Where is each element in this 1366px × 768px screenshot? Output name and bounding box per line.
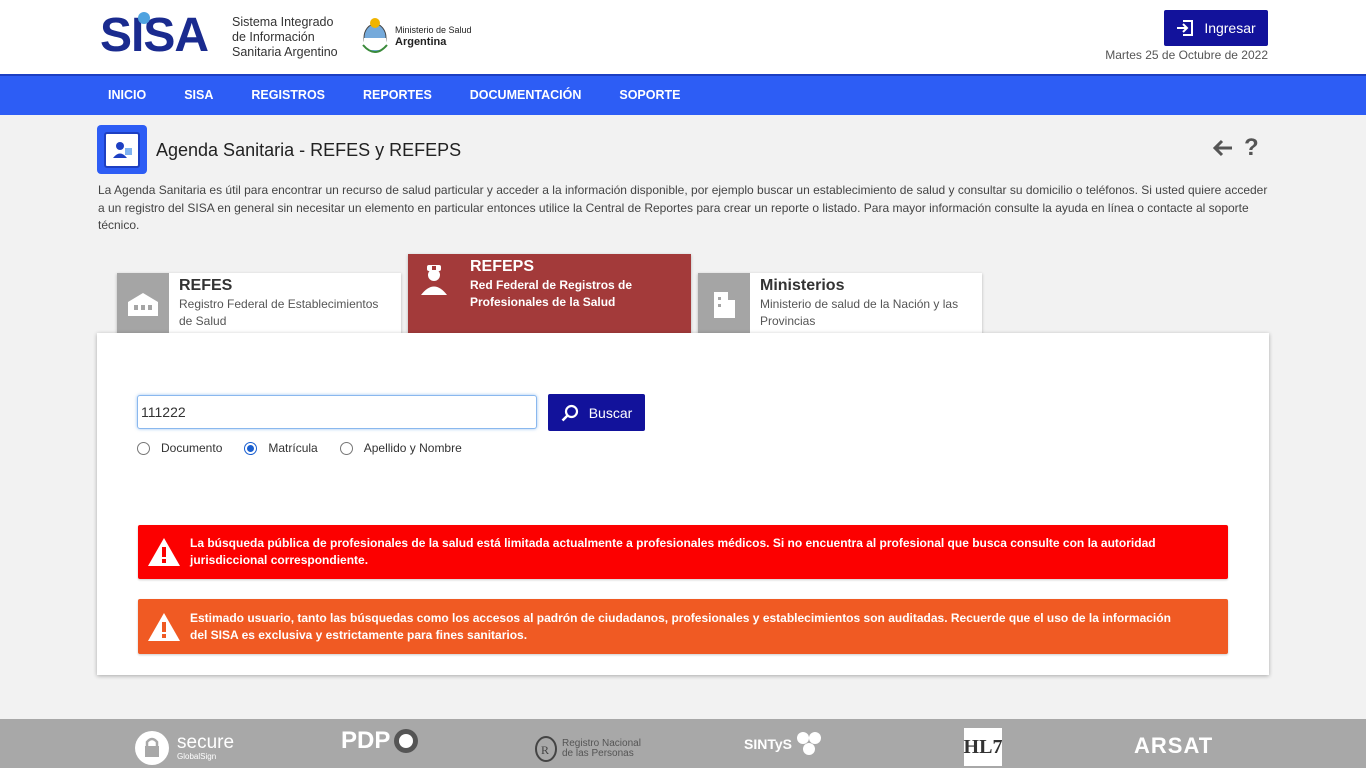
radio-label: Apellido y Nombre [363,441,462,455]
national-shield-icon [362,18,388,53]
building-icon [117,273,169,334]
warning-icon [138,612,190,642]
login-icon [1177,20,1194,36]
search-button[interactable]: Buscar [548,394,645,431]
radio-apellido-nombre[interactable]: Apellido y Nombre [339,441,462,455]
svg-text:R: R [541,743,549,757]
radio-circle-checked[interactable] [244,441,258,455]
arsat-text: ARSAT [1134,733,1214,758]
globalsign-secure-logo[interactable]: secure GlobalSign [133,728,234,766]
site-footer: secure GlobalSign PDP R Registro Naciona… [0,719,1366,768]
agenda-icon [97,125,147,174]
nav-item-soporte[interactable]: SOPORTE [600,76,699,115]
nav-item-reportes[interactable]: REPORTES [344,76,451,115]
ssl-sub-text: GlobalSign [177,751,217,761]
logo-subtitle-line: Sanitaria Argentino [232,45,338,59]
tab-description: Registro Federal de Establecimientos de … [179,297,379,328]
search-input[interactable] [137,395,537,429]
radio-circle[interactable] [137,441,150,455]
radio-matricula[interactable]: Matrícula [244,441,318,455]
ministry-logo: Ministerio de Salud Argentina [360,15,472,57]
login-button[interactable]: Ingresar [1164,10,1268,46]
hl7-logo[interactable]: HL7 [964,728,1002,766]
pdp-logo[interactable]: PDP [341,727,419,755]
page-title: Agenda Sanitaria - REFES y REFEPS [156,140,462,160]
tab-refeps[interactable]: REFEPS Red Federal de Registros de Profe… [408,254,691,334]
nav-item-sisa[interactable]: SISA [165,76,232,115]
search-panel: Buscar Documento Matrícula Apellido y No… [97,333,1269,675]
ministry-line2: Argentina [395,36,447,48]
pdp-text: PDP [341,727,391,754]
logo-subtitle-line: de Información [232,30,315,44]
doctor-icon [408,254,460,334]
ssl-lock-icon [135,731,169,765]
nav-item-registros[interactable]: REGISTROS [232,76,344,115]
back-arrow-icon[interactable] [1212,137,1234,159]
search-button-label: Buscar [588,404,633,421]
renaper-logo[interactable]: R Registro Nacional de las Personas [534,735,641,763]
radio-documento[interactable]: Documento [137,441,222,455]
alert-audit-notice: Estimado usuario, tanto las búsquedas co… [138,599,1228,654]
ministry-line1: Ministerio de Salud [395,25,472,35]
radio-label: Matrícula [268,441,318,455]
sintys-logo[interactable]: SINTyS [744,731,823,757]
nav-item-documentacion[interactable]: DOCUMENTACIÓN [451,76,601,115]
logo-subtitle-line: Sistema Integrado [232,15,334,29]
tab-refes[interactable]: REFES Registro Federal de Establecimient… [117,273,401,334]
warning-icon [138,537,190,567]
tab-ministerios[interactable]: Ministerios Ministerio de salud de la Na… [698,273,982,334]
radio-label: Documento [161,441,223,455]
search-type-radios: Documento Matrícula Apellido y Nombre [137,441,484,455]
sisa-logo-subtitle: Sistema Integrado de Información Sanitar… [232,15,338,60]
renaper-line2: de las Personas [562,748,634,759]
tab-description: Red Federal de Registros de Profesionale… [470,278,633,309]
ministry-building-icon [698,273,750,334]
tab-name: REFEPS [470,258,535,275]
tab-name: Ministerios [760,277,845,294]
site-header: SISA Sistema Integrado de Información Sa… [0,0,1366,74]
nav-item-inicio[interactable]: INICIO [89,76,165,115]
arsat-logo[interactable]: ARSAT [1134,733,1213,759]
tab-name: REFES [179,277,233,294]
sintys-hexagons-icon [796,732,821,755]
current-date: Martes 25 de Octubre de 2022 [1105,48,1268,62]
radio-circle[interactable] [339,441,353,455]
page-description: La Agenda Sanitaria es útil para encontr… [98,183,1268,232]
alert-text: Estimado usuario, tanto las búsquedas co… [190,610,1171,642]
tab-description: Ministerio de salud de la Nación y las P… [760,297,959,328]
hl7-text: HL7 [964,728,1002,766]
alert-limited-search: La búsqueda pública de profesionales de … [138,525,1228,579]
sisa-logo[interactable]: SISA [100,12,209,60]
ssl-secure-text: secure [177,731,235,753]
main-nav: INICIO SISA REGISTROS REPORTES DOCUMENTA… [0,74,1366,115]
pdp-emblem-icon [394,729,419,753]
login-label: Ingresar [1204,20,1256,36]
search-icon [561,404,578,421]
sintys-text: SINTyS [744,736,792,752]
renaper-emblem-icon: R [535,736,557,762]
alert-text: La búsqueda pública de profesionales de … [190,536,1156,567]
help-icon[interactable]: ? [1244,134,1259,162]
